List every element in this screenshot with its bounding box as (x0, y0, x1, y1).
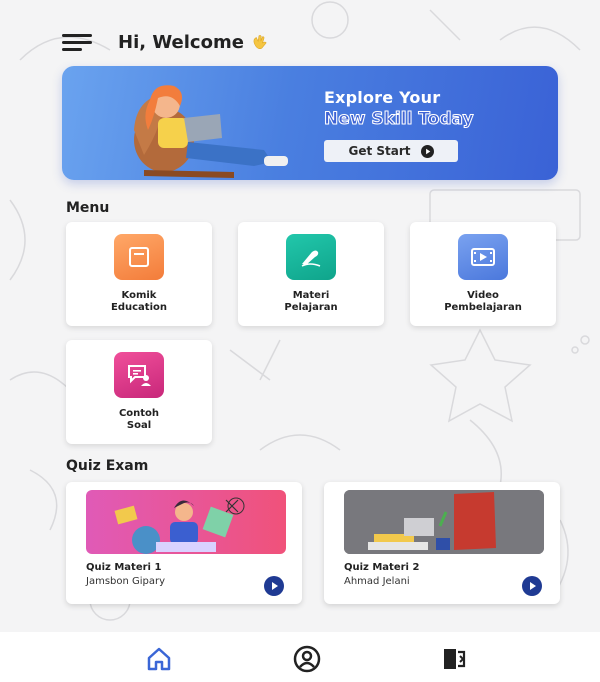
menu-item-contoh-soal[interactable]: Contoh Soal (66, 340, 212, 444)
header: Hi, Welcome (62, 30, 268, 54)
quiz-section-title: Quiz Exam (66, 458, 149, 474)
quiz-card-1[interactable]: Quiz Materi 1 Jamsbon Gipary (66, 482, 302, 604)
menu-item-komik-education[interactable]: Komik Education (66, 222, 212, 326)
video-icon (458, 234, 508, 280)
get-start-button[interactable]: Get Start (324, 140, 458, 162)
bottom-navigation (0, 632, 600, 682)
get-start-label: Get Start (348, 144, 411, 158)
girl-with-laptop-illustration (134, 85, 288, 178)
quiz-thumbnail-student (86, 490, 286, 554)
play-icon (420, 144, 434, 158)
promo-banner: Explore Your New Skill Today Get Start (62, 66, 558, 180)
menu-item-label: Video Pembelajaran (444, 290, 522, 313)
logout-icon[interactable] (440, 644, 470, 674)
menu-section-title: Menu (66, 200, 110, 216)
menu-item-label: Komik Education (111, 290, 167, 313)
home-icon[interactable] (144, 644, 174, 674)
menu-item-label: Materi Pelajaran (284, 290, 338, 313)
chat-user-icon (114, 352, 164, 398)
hamburger-menu-icon[interactable] (62, 33, 92, 51)
menu-item-label: Contoh Soal (118, 408, 160, 431)
quiz-author: Ahmad Jelani (344, 576, 410, 587)
banner-heading: Explore Your (324, 88, 441, 107)
play-icon[interactable] (264, 576, 284, 596)
quiz-card-2[interactable]: Quiz Materi 2 Ahmad Jelani (324, 482, 560, 604)
menu-item-materi-pelajaran[interactable]: Materi Pelajaran (238, 222, 384, 326)
quiz-author: Jamsbon Gipary (86, 576, 166, 587)
quiz-title: Quiz Materi 2 (344, 562, 420, 573)
banner-subheading: New Skill Today (324, 109, 475, 130)
waving-hand-icon (253, 35, 267, 49)
pen-icon (286, 234, 336, 280)
menu-item-video-pembelajaran[interactable]: Video Pembelajaran (410, 222, 556, 326)
greeting-text: Hi, Welcome (118, 31, 244, 53)
play-icon[interactable] (522, 576, 542, 596)
banner-text: Explore Your New Skill Today (324, 88, 475, 130)
quiz-thumbnail-books (344, 490, 544, 554)
quiz-title: Quiz Materi 1 (86, 562, 162, 573)
book-icon (114, 234, 164, 280)
profile-icon[interactable] (292, 644, 322, 674)
